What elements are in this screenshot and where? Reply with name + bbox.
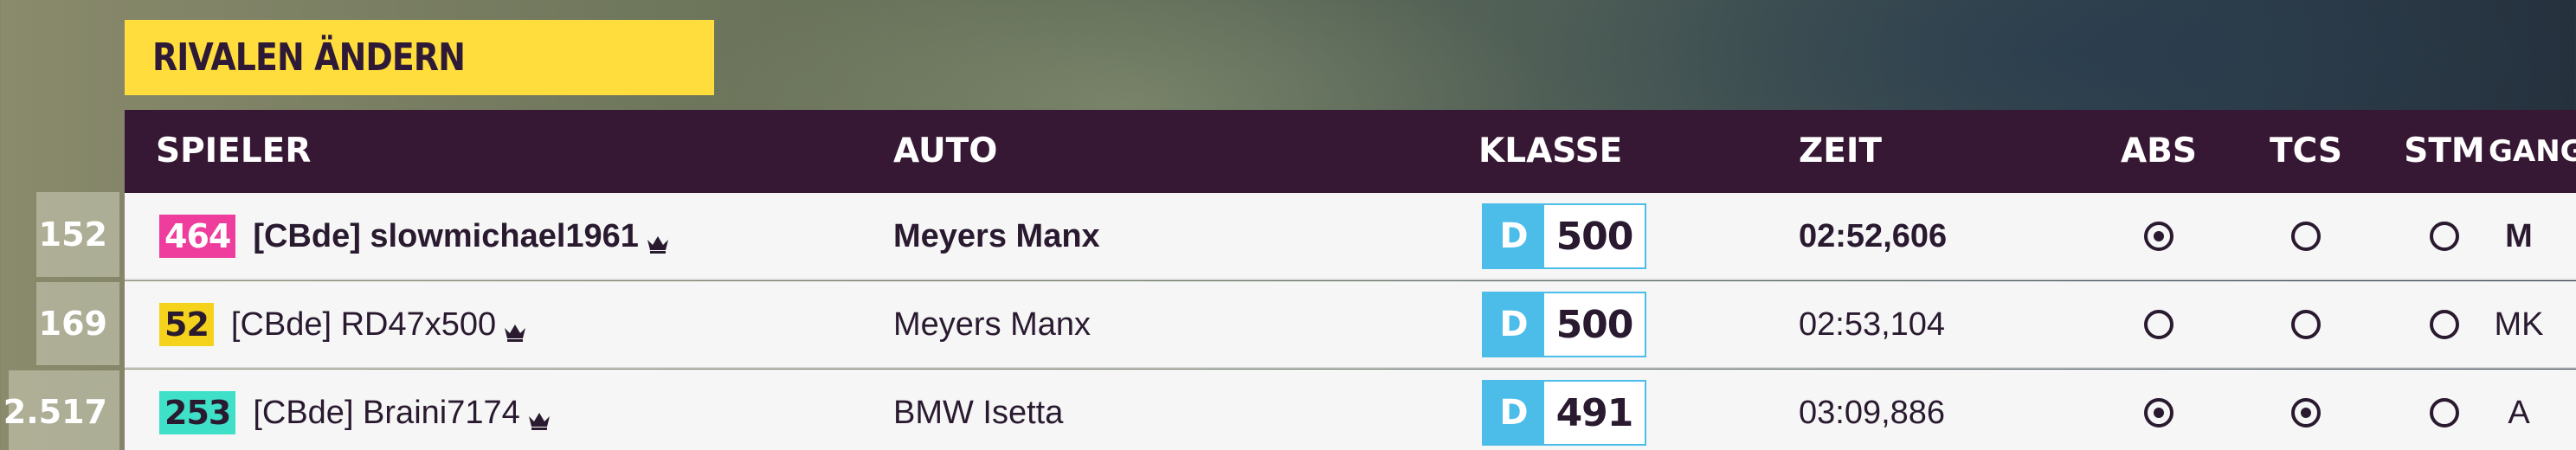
table-header: SPIELER AUTO KLASSE ZEIT ABS TCS STM GAN…	[125, 110, 2576, 193]
abs-indicator	[2144, 398, 2174, 428]
table-row[interactable]: 253 [CBde] Braini7174 BMW Isetta D 491 03:09,…	[125, 370, 2576, 450]
player-cell: 52 [CBde] RD47x500	[159, 281, 527, 368]
column-header-player[interactable]: SPIELER	[156, 110, 311, 193]
gear-cell: A	[2489, 370, 2549, 450]
class-cell: D 500	[1482, 193, 1646, 280]
table-row[interactable]: 52 [CBde] RD47x500 Meyers Manx D 500 02:53,10…	[125, 281, 2576, 369]
gearbox-type: M	[2505, 217, 2533, 254]
stm-indicator	[2430, 310, 2459, 339]
stm-indicator	[2430, 222, 2459, 251]
performance-index: 500	[1555, 214, 1634, 259]
column-header-car[interactable]: AUTO	[893, 110, 997, 193]
lap-time: 02:52,606	[1799, 217, 1948, 254]
lap-time: 02:53,104	[1799, 305, 1946, 343]
tcs-indicator	[2291, 310, 2321, 339]
performance-class-badge: D 491	[1482, 380, 1646, 446]
driver-level-badge: 464	[159, 215, 236, 258]
driver-level-badge: 253	[159, 391, 236, 434]
time-cell: 02:53,104	[1799, 281, 1945, 368]
gear-cell: MK	[2489, 281, 2549, 368]
class-letter: D	[1484, 293, 1544, 356]
column-header-abs[interactable]: ABS	[2090, 110, 2228, 193]
lap-time: 03:09,886	[1799, 394, 1946, 431]
gear-cell: M	[2489, 193, 2549, 280]
crown-icon	[503, 314, 527, 342]
class-cell: D 500	[1482, 281, 1646, 368]
rivals-table: SPIELER AUTO KLASSE ZEIT ABS TCS STM GAN…	[125, 110, 2576, 450]
performance-index: 491	[1555, 390, 1634, 435]
column-header-gear[interactable]: GANG	[2489, 110, 2576, 193]
rank-badge: 169	[36, 282, 119, 365]
driver-level-badge: 52	[159, 303, 214, 346]
class-letter: D	[1484, 205, 1544, 267]
class-letter: D	[1484, 382, 1544, 444]
rank-badge: 2.517	[3, 370, 119, 450]
gearbox-type: MK	[2494, 305, 2544, 343]
time-cell: 03:09,886	[1799, 370, 1945, 450]
column-header-time[interactable]: ZEIT	[1799, 110, 1882, 193]
class-cell: D 491	[1482, 370, 1646, 450]
page-title: RIVALEN ÄNDERN	[152, 35, 466, 80]
crown-icon	[646, 226, 670, 254]
rank-badge: 152	[36, 192, 119, 277]
car-name: Meyers Manx	[893, 305, 1092, 343]
car-cell: BMW Isetta	[893, 370, 1063, 450]
abs-indicator	[2144, 222, 2174, 251]
time-cell: 02:52,606	[1799, 193, 1947, 280]
tcs-cell	[2237, 193, 2375, 280]
tcs-indicator	[2291, 222, 2321, 251]
player-cell: 464 [CBde] slowmichael1961	[159, 193, 670, 280]
car-cell: Meyers Manx	[893, 193, 1100, 280]
player-name: [CBde] slowmichael1961	[253, 217, 639, 254]
player-name: [CBde] Braini7174	[253, 394, 520, 431]
performance-class-badge: D 500	[1482, 203, 1646, 269]
player-name: [CBde] RD47x500	[230, 305, 497, 343]
performance-class-badge: D 500	[1482, 292, 1646, 357]
car-cell: Meyers Manx	[893, 281, 1091, 368]
tcs-cell	[2237, 370, 2375, 450]
crown-icon	[527, 402, 551, 430]
car-name: Meyers Manx	[893, 217, 1100, 254]
gearbox-type: A	[2508, 394, 2530, 431]
title-banner: RIVALEN ÄNDERN	[125, 20, 714, 95]
tcs-cell	[2237, 281, 2375, 368]
table-row[interactable]: 464 [CBde] slowmichael1961 Meyers Manx D 500…	[125, 193, 2576, 280]
abs-cell	[2090, 281, 2228, 368]
column-header-tcs[interactable]: TCS	[2237, 110, 2375, 193]
car-name: BMW Isetta	[893, 394, 1064, 431]
abs-indicator	[2144, 310, 2174, 339]
column-header-class[interactable]: KLASSE	[1478, 110, 1622, 193]
performance-index: 500	[1555, 302, 1634, 347]
stm-indicator	[2430, 398, 2459, 428]
abs-cell	[2090, 193, 2228, 280]
abs-cell	[2090, 370, 2228, 450]
player-cell: 253 [CBde] Braini7174	[159, 370, 551, 450]
tcs-indicator	[2291, 398, 2321, 428]
